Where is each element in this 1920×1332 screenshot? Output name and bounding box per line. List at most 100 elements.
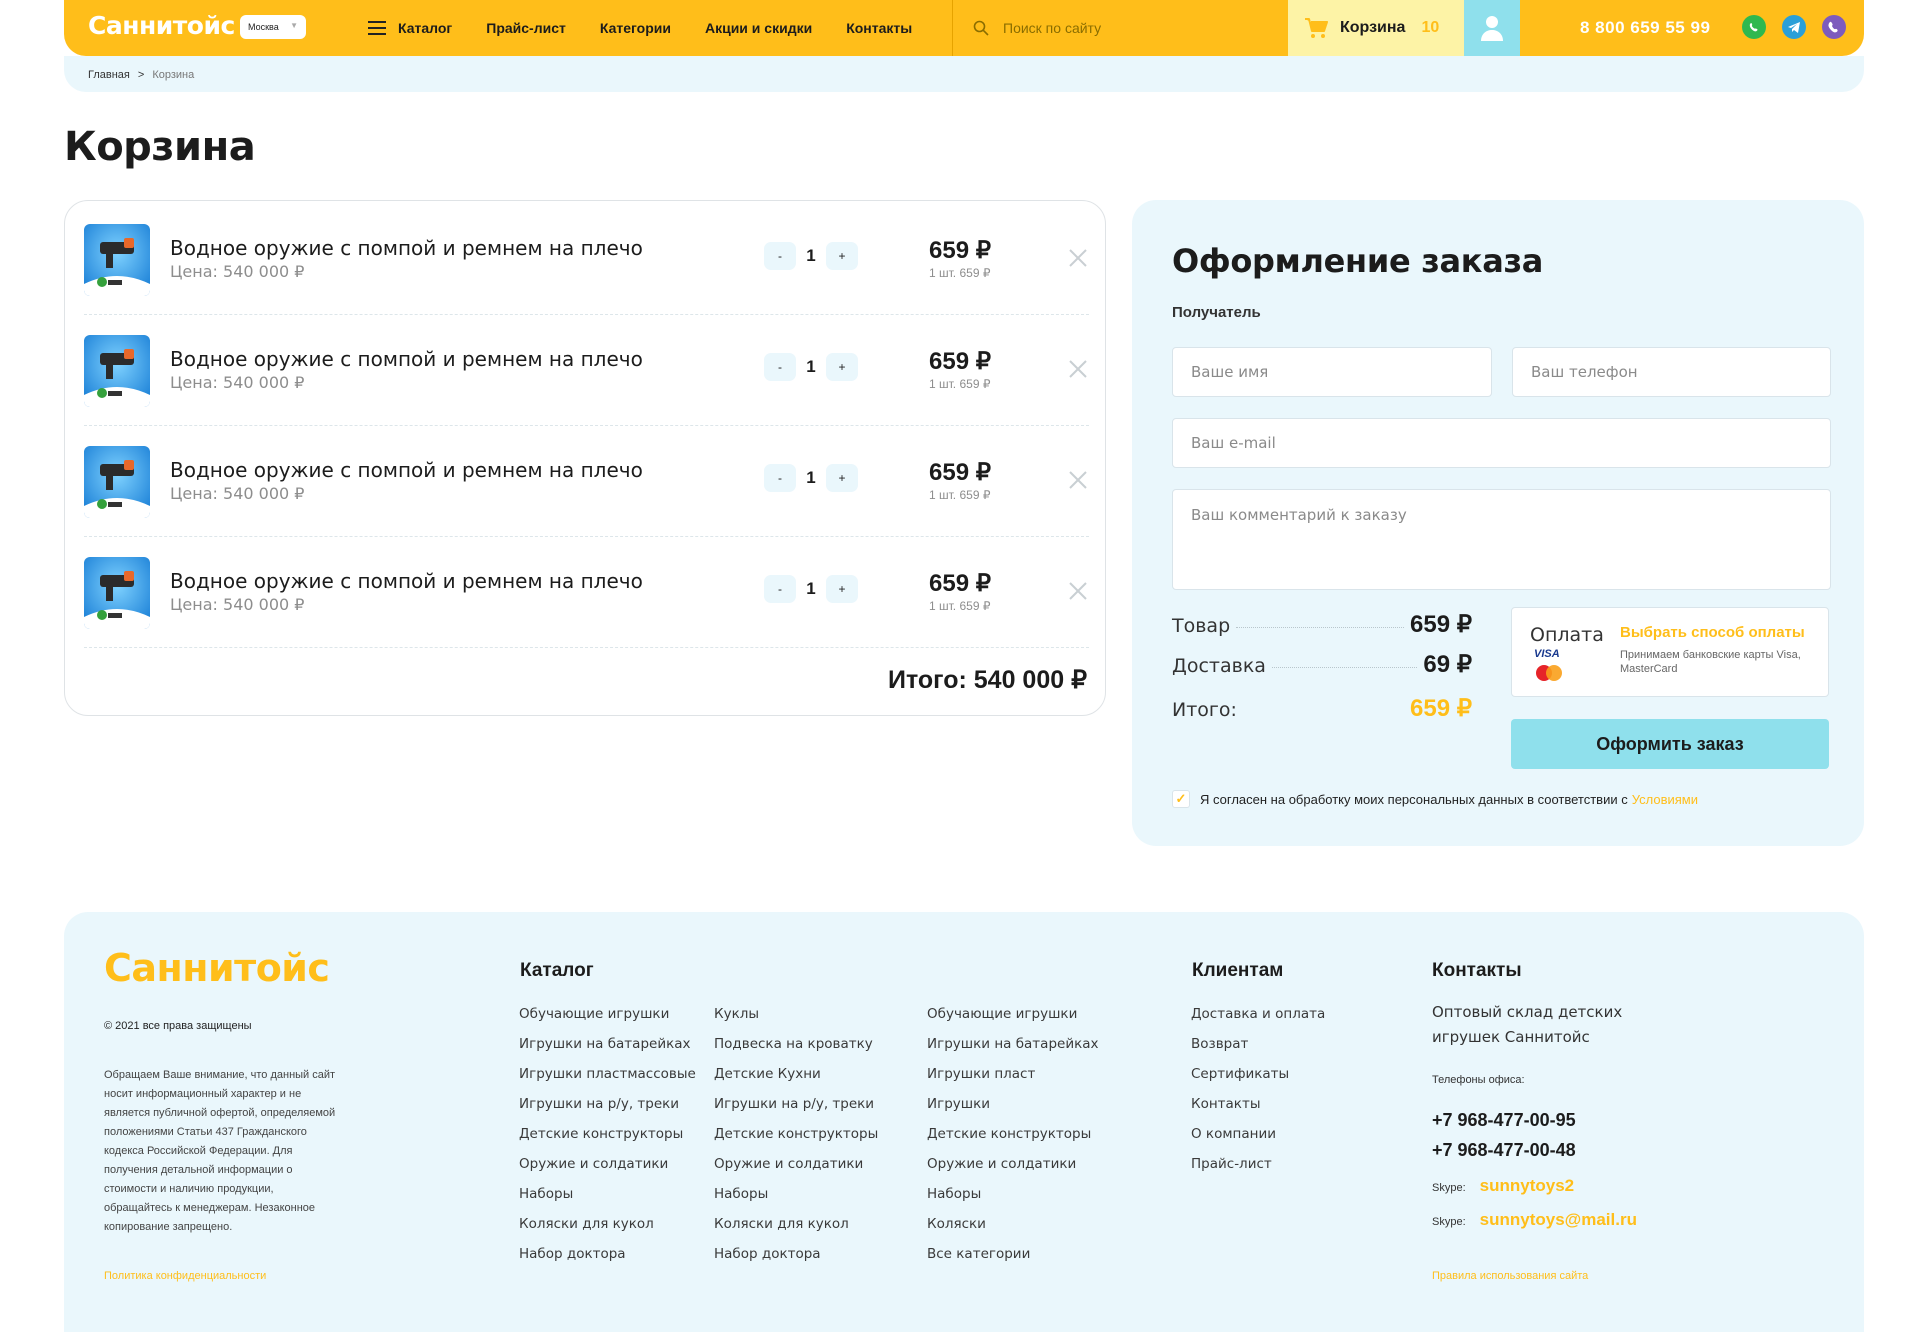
quantity-value[interactable]: 1 — [796, 246, 826, 266]
unit-price: 1 шт. 659 ₽ — [929, 599, 991, 613]
footer-link[interactable]: Доставка и оплата — [1191, 1006, 1325, 1036]
decrease-qty-button[interactable]: - — [764, 353, 796, 381]
quantity-value[interactable]: 1 — [796, 579, 826, 599]
place-order-button[interactable]: Оформить заказ — [1511, 719, 1829, 769]
footer-link[interactable]: Игрушки на батарейках — [519, 1036, 696, 1066]
skype-value-1[interactable]: sunnytoys2 — [1480, 1176, 1574, 1196]
product-thumbnail[interactable] — [84, 224, 150, 296]
consent-text: Я согласен на обработку моих персональны… — [1200, 791, 1628, 807]
site-rules-link[interactable]: Правила использования сайта — [1432, 1270, 1588, 1282]
close-icon[interactable] — [1066, 579, 1090, 603]
comment-field[interactable] — [1172, 489, 1831, 590]
footer-link[interactable]: Детские конструкторы — [714, 1126, 878, 1156]
decrease-qty-button[interactable]: - — [764, 242, 796, 270]
skype-value-2[interactable]: sunnytoys@mail.ru — [1480, 1210, 1637, 1230]
product-name[interactable]: Водное оружие с помпой и ремнем на плечо — [170, 236, 643, 260]
privacy-policy-link[interactable]: Политика конфиденциальности — [104, 1270, 266, 1282]
city-select[interactable]: Москва ▼ — [240, 15, 306, 39]
footer-link[interactable]: Оружие и солдатики — [714, 1156, 878, 1186]
nav-categories[interactable]: Категории — [600, 20, 671, 36]
footer-link[interactable]: Детские конструкторы — [519, 1126, 696, 1156]
whatsapp-icon[interactable] — [1742, 15, 1766, 39]
product-thumbnail[interactable] — [84, 557, 150, 629]
search-input[interactable]: Поиск по сайту — [952, 0, 1288, 56]
viber-icon[interactable] — [1822, 15, 1846, 39]
footer-link[interactable]: Подвеска на кроватку — [714, 1036, 878, 1066]
footer-link[interactable]: Детские конструкторы — [927, 1126, 1099, 1156]
footer-link[interactable]: Оружие и солдатики — [927, 1156, 1099, 1186]
product-name[interactable]: Водное оружие с помпой и ремнем на плечо — [170, 458, 643, 482]
product-name[interactable]: Водное оружие с помпой и ремнем на плечо — [170, 569, 643, 593]
nav-promotions[interactable]: Акции и скидки — [705, 20, 812, 36]
footer-link[interactable]: Набор доктора — [714, 1246, 878, 1276]
terms-link[interactable]: Условиями — [1632, 792, 1698, 807]
email-field[interactable] — [1172, 418, 1831, 468]
nav-contacts[interactable]: Контакты — [846, 20, 912, 36]
footer-link[interactable]: Игрушки — [927, 1096, 1099, 1126]
quantity-value[interactable]: 1 — [796, 468, 826, 488]
cart-item-row: Водное оружие с помпой и ремнем на плечо… — [84, 537, 1089, 648]
checkout-title: Оформление заказа — [1172, 242, 1544, 280]
footer-link[interactable]: Куклы — [714, 1006, 878, 1036]
nav-price-list[interactable]: Прайс-лист — [486, 20, 566, 36]
breadcrumb-home[interactable]: Главная — [88, 69, 130, 81]
footer-link[interactable]: Обучающие игрушки — [519, 1006, 696, 1036]
choose-payment-link[interactable]: Выбрать способ оплаты — [1620, 624, 1805, 641]
line-price: 659 ₽ — [929, 459, 991, 486]
decrease-qty-button[interactable]: - — [764, 464, 796, 492]
increase-qty-button[interactable]: + — [826, 575, 858, 603]
increase-qty-button[interactable]: + — [826, 353, 858, 381]
footer-link[interactable]: Детские Кухни — [714, 1066, 878, 1096]
search-icon[interactable] — [973, 20, 989, 36]
footer-link[interactable]: Обучающие игрушки — [927, 1006, 1099, 1036]
consent-checkbox[interactable]: ✓ — [1172, 790, 1190, 808]
footer-link[interactable]: Оружие и солдатики — [519, 1156, 696, 1186]
quantity-value[interactable]: 1 — [796, 357, 826, 377]
footer-link[interactable]: О компании — [1191, 1126, 1325, 1156]
chevron-down-icon: ▼ — [290, 21, 298, 30]
office-phone-1[interactable]: +7 968-477-00-95 — [1432, 1110, 1576, 1131]
site-logo[interactable]: Саннитойс — [88, 11, 235, 40]
close-icon[interactable] — [1066, 246, 1090, 270]
footer-link[interactable]: Наборы — [519, 1186, 696, 1216]
cart-button[interactable]: Корзина 10 — [1288, 0, 1464, 56]
increase-qty-button[interactable]: + — [826, 464, 858, 492]
footer-link[interactable]: Наборы — [714, 1186, 878, 1216]
quantity-stepper: -1 + — [764, 353, 858, 381]
footer-link[interactable]: Игрушки на р/у, треки — [519, 1096, 696, 1126]
product-price: Цена: 540 000 ₽ — [170, 373, 305, 392]
decrease-qty-button[interactable]: - — [764, 575, 796, 603]
payment-method-box[interactable]: Оплата VISA Выбрать способ оплаты Приним… — [1511, 607, 1829, 697]
footer-link[interactable]: Все категории — [927, 1246, 1099, 1276]
disclaimer: Обращаем Ваше внимание, что данный сайт … — [104, 1069, 336, 1233]
footer-link[interactable]: Игрушки на батарейках — [927, 1036, 1099, 1066]
footer-logo[interactable]: Саннитойс — [104, 946, 330, 990]
footer-link[interactable]: Набор доктора — [519, 1246, 696, 1276]
footer-link[interactable]: Коляски для кукол — [714, 1216, 878, 1246]
close-icon[interactable] — [1066, 468, 1090, 492]
footer-link[interactable]: Прайс-лист — [1191, 1156, 1325, 1186]
quantity-stepper: -1 + — [764, 464, 858, 492]
footer-link[interactable]: Коляски для кукол — [519, 1216, 696, 1246]
close-icon[interactable] — [1066, 357, 1090, 381]
product-thumbnail[interactable] — [84, 335, 150, 407]
footer-link[interactable]: Игрушки на р/у, треки — [714, 1096, 878, 1126]
footer-link[interactable]: Игрушки пласт — [927, 1066, 1099, 1096]
phone-field[interactable] — [1512, 347, 1831, 397]
footer-link[interactable]: Наборы — [927, 1186, 1099, 1216]
footer-link[interactable]: Контакты — [1191, 1096, 1325, 1126]
footer-link[interactable]: Возврат — [1191, 1036, 1325, 1066]
office-phone-2[interactable]: +7 968-477-00-48 — [1432, 1140, 1576, 1161]
name-field[interactable] — [1172, 347, 1492, 397]
footer-link[interactable]: Коляски — [927, 1216, 1099, 1246]
product-thumbnail[interactable] — [84, 446, 150, 518]
footer-link[interactable]: Сертификаты — [1191, 1066, 1325, 1096]
nav-catalog[interactable]: Каталог — [398, 20, 452, 36]
product-name[interactable]: Водное оружие с помпой и ремнем на плечо — [170, 347, 643, 371]
increase-qty-button[interactable]: + — [826, 242, 858, 270]
telegram-icon[interactable] — [1782, 15, 1806, 39]
header-phone[interactable]: 8 800 659 55 99 — [1580, 18, 1710, 38]
account-button[interactable] — [1464, 0, 1520, 56]
footer-link[interactable]: Игрушки пластмассовые — [519, 1066, 696, 1096]
menu-icon[interactable] — [368, 21, 386, 35]
